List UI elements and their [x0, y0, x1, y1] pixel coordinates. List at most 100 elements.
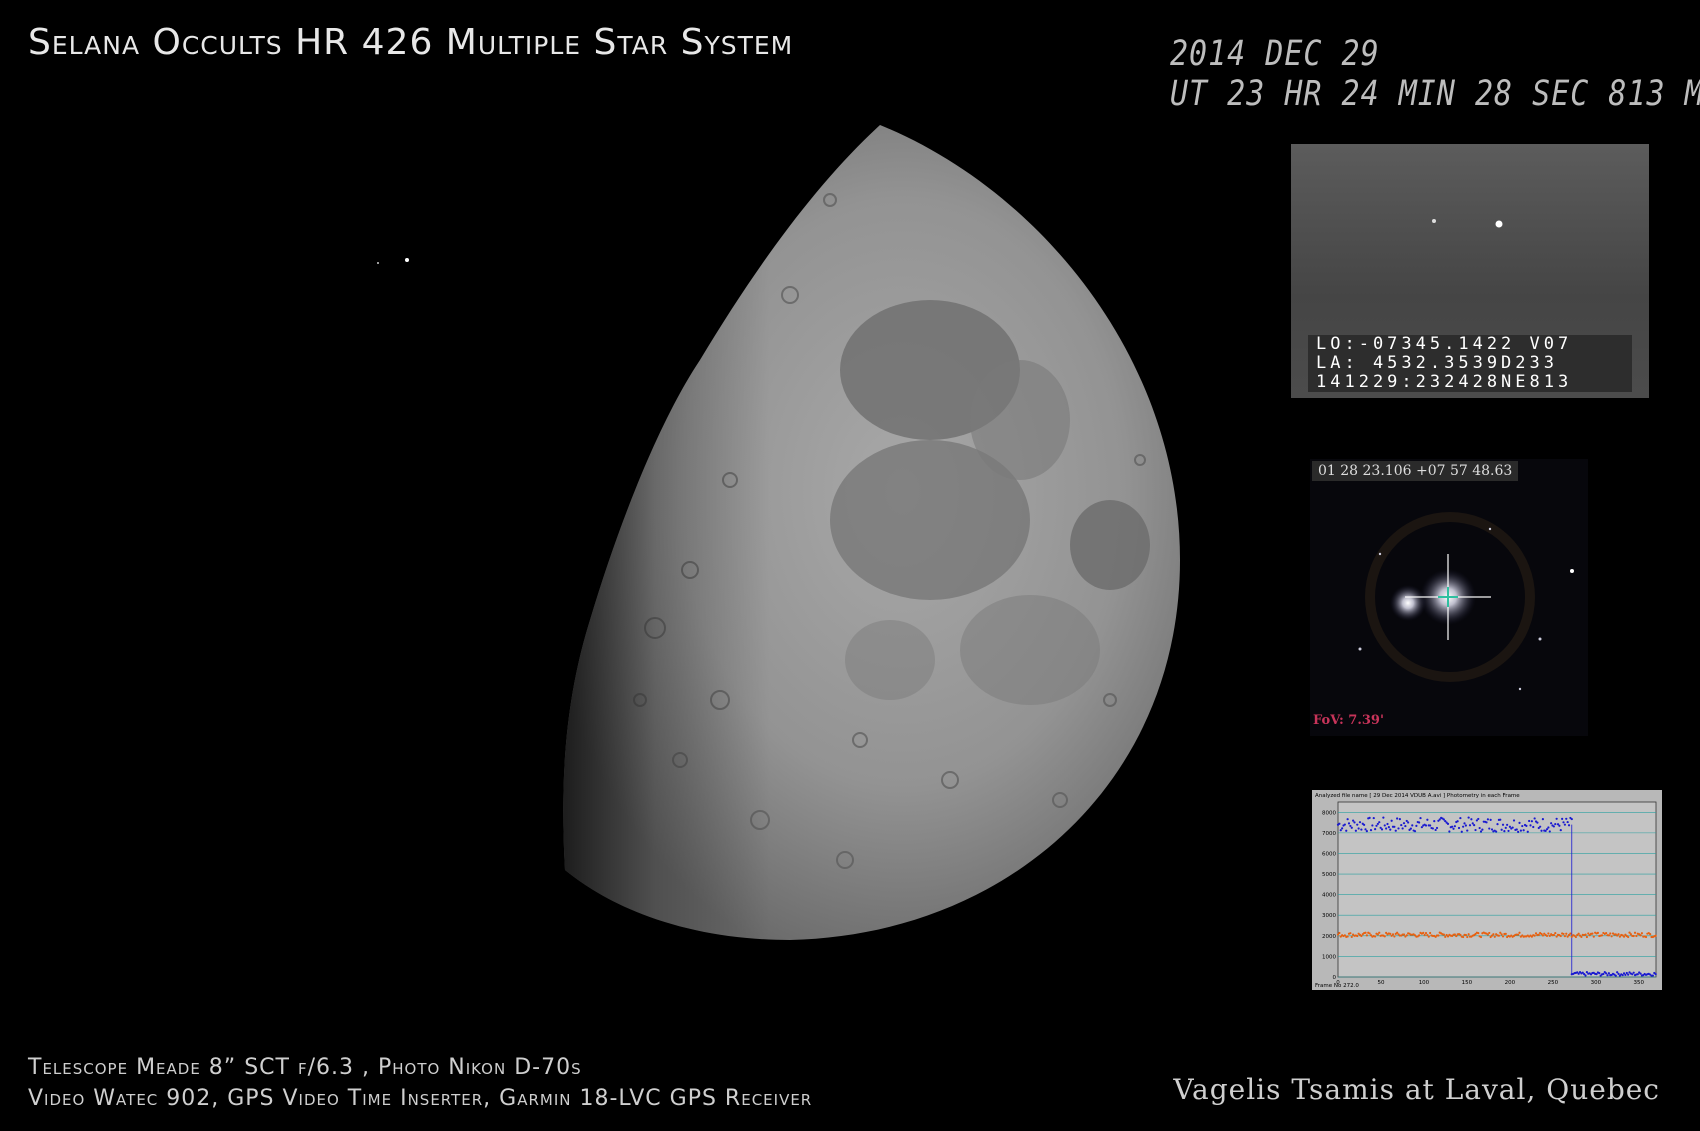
x-tick-label: 350	[1634, 980, 1645, 986]
data-point	[1592, 935, 1595, 938]
data-point	[1418, 934, 1421, 937]
y-tick-label: 7000	[1322, 831, 1336, 837]
data-point	[1463, 822, 1466, 825]
data-point	[1364, 931, 1367, 934]
data-point	[1347, 822, 1351, 825]
data-point	[1431, 827, 1434, 830]
y-tick-label: 4000	[1322, 893, 1336, 899]
data-point	[1353, 821, 1356, 824]
data-point	[1488, 931, 1491, 935]
data-point	[1614, 974, 1617, 977]
data-point	[1444, 935, 1447, 938]
data-point	[1606, 974, 1609, 977]
data-point	[1343, 823, 1346, 826]
data-point	[1350, 826, 1353, 829]
data-point	[1500, 933, 1503, 936]
y-tick-label: 8000	[1322, 810, 1336, 816]
chart-title: Analyzed file name [ 29 Dec 2014 VDUB A.…	[1315, 793, 1520, 799]
data-point	[1427, 935, 1430, 938]
data-point	[1358, 821, 1362, 824]
data-point	[1584, 974, 1587, 977]
data-point	[1518, 931, 1521, 934]
data-point	[1372, 816, 1375, 820]
data-point	[1559, 829, 1562, 832]
data-point	[1386, 822, 1389, 826]
data-point	[1467, 816, 1470, 819]
data-point	[1596, 931, 1600, 934]
data-point	[1400, 823, 1403, 827]
data-point	[1409, 827, 1412, 830]
data-point	[1429, 824, 1432, 827]
data-point	[1547, 932, 1550, 935]
data-point	[1607, 972, 1611, 975]
data-point	[1598, 971, 1601, 975]
data-point	[1365, 934, 1368, 937]
data-point	[1424, 824, 1428, 827]
data-point	[1545, 934, 1549, 938]
data-point	[1528, 819, 1531, 823]
data-point	[1378, 821, 1381, 824]
y-tick-label: 2000	[1322, 934, 1336, 940]
data-point	[1562, 821, 1565, 824]
data-point	[1435, 826, 1439, 830]
light-curve-chart: Analyzed file name [ 29 Dec 2014 VDUB A.…	[1312, 790, 1662, 990]
data-point	[1496, 823, 1499, 826]
data-point	[1627, 935, 1630, 939]
data-point	[1580, 935, 1583, 939]
data-point	[1526, 830, 1529, 833]
data-point	[1532, 825, 1535, 829]
data-point	[1635, 934, 1638, 938]
data-point	[1639, 972, 1642, 975]
data-point	[1536, 821, 1539, 824]
data-point	[1561, 817, 1564, 820]
data-point	[1577, 932, 1580, 935]
data-point	[1338, 931, 1341, 935]
data-point	[1405, 934, 1408, 937]
data-point	[1350, 935, 1353, 939]
data-point	[1456, 820, 1459, 823]
video-frame: LO:-07345.1422 V07 LA: 4532.3539D233 141…	[1291, 144, 1649, 398]
data-point	[1627, 973, 1630, 976]
data-point	[1519, 829, 1522, 832]
data-point	[1522, 829, 1525, 832]
data-point	[1654, 934, 1657, 937]
data-point	[1374, 828, 1377, 831]
data-point	[1374, 935, 1377, 938]
osd-datetime: 141229:232428NE813	[1308, 373, 1632, 392]
data-point	[1462, 935, 1465, 939]
data-point	[1506, 823, 1509, 826]
data-point	[1468, 824, 1472, 827]
star-dot	[405, 258, 409, 262]
osd-latitude: LA: 4532.3539D233	[1308, 354, 1632, 373]
data-point	[1477, 931, 1480, 935]
chart-footer: Frame No 272.0	[1315, 983, 1359, 989]
data-point	[1448, 830, 1451, 833]
data-point	[1610, 935, 1613, 938]
data-point	[1621, 973, 1624, 977]
data-point	[1554, 822, 1557, 826]
data-point	[1470, 818, 1473, 821]
data-point	[1382, 816, 1385, 819]
data-point	[1462, 825, 1465, 828]
data-point	[1423, 933, 1426, 937]
data-point	[1654, 972, 1657, 976]
data-point	[1563, 823, 1566, 826]
data-point	[1552, 933, 1555, 937]
data-point	[1640, 932, 1644, 935]
data-point	[1565, 932, 1568, 935]
photo-composite: Selana Occults HR 426 Multiple Star Syst…	[0, 0, 1700, 1131]
data-point	[1434, 828, 1437, 832]
y-tick-label: 5000	[1322, 872, 1336, 878]
data-point	[1459, 816, 1462, 820]
x-tick-label: 300	[1591, 980, 1602, 986]
data-point	[1433, 820, 1436, 823]
data-point	[1356, 934, 1359, 938]
data-point	[1501, 935, 1505, 938]
data-point	[1383, 824, 1386, 827]
data-point	[1508, 825, 1511, 828]
star-field-image: 01 28 23.106 +07 57 48.63 FoV: 7.39'	[1310, 459, 1588, 736]
data-point	[1419, 816, 1422, 820]
data-point	[1541, 934, 1544, 937]
coordinates-label: 01 28 23.106 +07 57 48.63	[1312, 461, 1519, 481]
data-point	[1488, 827, 1491, 830]
